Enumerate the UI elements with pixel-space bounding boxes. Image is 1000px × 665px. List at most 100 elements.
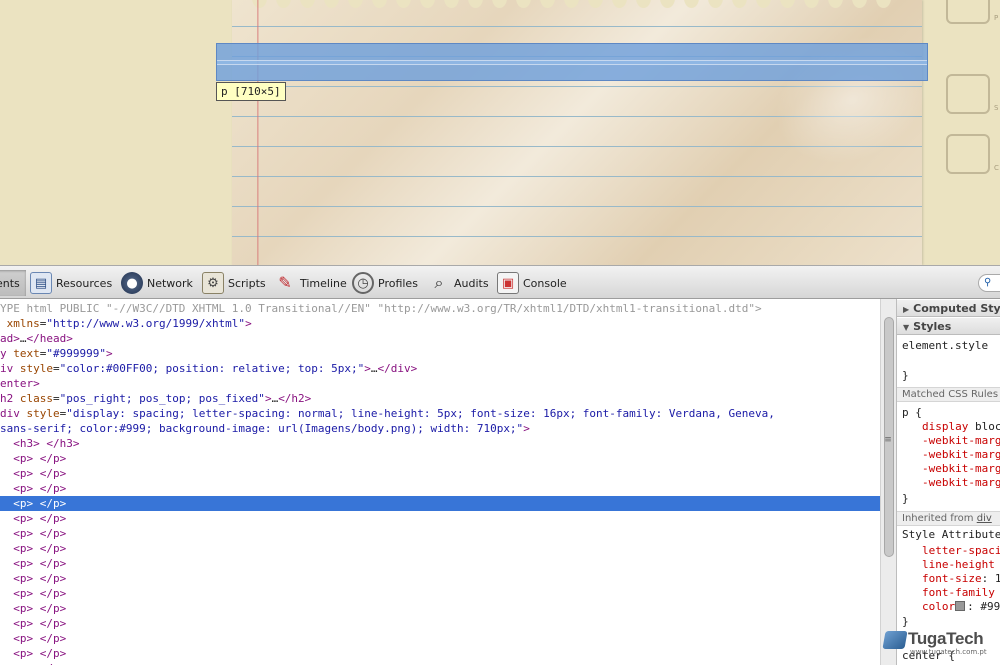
rule-close: }	[902, 492, 909, 505]
dom-token: <p>	[13, 602, 34, 615]
elements-dom-tree[interactable]: YPE html PUBLIC "-//W3C//DTD XHTML 1.0 T…	[0, 299, 880, 665]
dom-tree-scrollbar[interactable]	[880, 299, 896, 665]
rule-prop[interactable]: -webkit-margin-end	[922, 476, 1000, 490]
scripts-icon: ⚙	[202, 272, 224, 294]
dom-token: …	[370, 362, 378, 375]
binder-hole	[852, 0, 867, 8]
binder-hole	[636, 0, 651, 8]
dom-node[interactable]: y text="#999999">	[0, 346, 880, 361]
inspector-toolbar: ents ▤ Resources ● Network ⚙ Scripts ✎ T…	[0, 265, 1000, 299]
styles-section[interactable]: ▼ Styles	[897, 317, 1000, 335]
dom-node[interactable]: <p> </p>	[0, 646, 880, 661]
element-style-close: }	[902, 369, 909, 382]
dom-token: <h3>	[13, 437, 40, 450]
dom-token: style	[26, 407, 60, 420]
dom-node[interactable]: xmlns="http://www.w3.org/1999/xhtml">	[0, 316, 880, 331]
binder-hole	[420, 0, 435, 8]
dom-token: ad>	[0, 332, 20, 345]
inherited-element-link[interactable]: div	[977, 513, 992, 524]
dom-node[interactable]: <p> </p>	[0, 571, 880, 586]
dom-node[interactable]: <p> </p>	[0, 661, 880, 665]
dom-token: >	[245, 317, 252, 330]
binder-hole	[444, 0, 459, 8]
tab-timeline[interactable]: ✎ Timeline	[274, 270, 346, 296]
attr-prop[interactable]: font-family	[922, 586, 995, 600]
dom-node[interactable]: <p> </p>	[0, 631, 880, 646]
dom-token: </p>	[39, 452, 67, 465]
tab-audits[interactable]: ⌕ Audits	[428, 270, 489, 296]
dom-token: text	[13, 347, 40, 360]
dom-token: div	[0, 407, 27, 420]
dom-node[interactable]: <p> </p>	[0, 451, 880, 466]
dom-node-selected[interactable]: <p> </p>	[0, 496, 880, 511]
dom-token: <p>	[13, 467, 34, 480]
center-rule-selector[interactable]: center {	[902, 649, 955, 663]
dom-node[interactable]: <p> </p>	[0, 556, 880, 571]
dom-node[interactable]: YPE html PUBLIC "-//W3C//DTD XHTML 1.0 T…	[0, 301, 880, 316]
tab-scripts[interactable]: ⚙ Scripts	[202, 270, 266, 296]
tab-elements[interactable]: ents	[0, 270, 26, 296]
rule-prop[interactable]: -webkit-margin-after	[922, 448, 1000, 462]
side-icon-label: S	[994, 104, 999, 112]
binder-hole	[732, 0, 747, 8]
tab-audits-label: Audits	[454, 276, 489, 290]
dom-node[interactable]: <p> </p>	[0, 526, 880, 541]
side-icon-column: P S C	[942, 0, 1000, 265]
dom-node[interactable]: <p> </p>	[0, 616, 880, 631]
dom-node[interactable]: iv style="color:#00FF00; position: relat…	[0, 361, 880, 376]
rule-prop-display[interactable]: display block;	[922, 420, 1000, 434]
styles-title: Styles	[913, 320, 952, 333]
color-swatch[interactable]	[955, 601, 966, 611]
dom-node[interactable]: h2 class="pos_right; pos_top; pos_fixed"…	[0, 391, 880, 406]
dom-node[interactable]: sans-serif; color:#999; background-image…	[0, 421, 880, 436]
tab-network[interactable]: ● Network	[121, 270, 193, 296]
dom-node[interactable]: <p> </p>	[0, 586, 880, 601]
element-style-selector[interactable]: element.style	[902, 339, 988, 353]
dom-node[interactable]: <p> </p>	[0, 541, 880, 556]
binder-hole	[564, 0, 579, 8]
tab-console[interactable]: ▣ Console	[497, 270, 567, 296]
search-input[interactable]: ⚲	[978, 274, 1000, 292]
dom-token: </p>	[39, 467, 67, 480]
dom-node[interactable]: ad>…</head>	[0, 331, 880, 346]
gear-people-icon[interactable]: S	[946, 74, 999, 118]
dom-token: "#999999"	[46, 347, 106, 360]
attr-prop[interactable]: line-height	[922, 558, 995, 572]
dom-node[interactable]: <p> </p>	[0, 481, 880, 496]
binder-hole	[780, 0, 795, 8]
folder-icon[interactable]: P	[946, 0, 999, 28]
rule-selector[interactable]: p {	[902, 406, 922, 420]
dom-token: =	[53, 392, 60, 405]
dom-token: </p>	[39, 587, 67, 600]
tab-profiles-label: Profiles	[378, 276, 418, 290]
css-prop-name: -webkit-margin-start	[922, 462, 1000, 475]
tab-network-label: Network	[147, 276, 193, 290]
attr-prop[interactable]: letter-spacing	[922, 544, 1000, 558]
tab-resources[interactable]: ▤ Resources	[30, 270, 112, 296]
resources-icon: ▤	[30, 272, 52, 294]
envelope-icon[interactable]: C	[946, 134, 999, 178]
attr-prop-color[interactable]: color: #999;	[922, 600, 1000, 614]
css-prop-name: font-size	[922, 572, 982, 585]
rule-prop[interactable]: -webkit-margin-start	[922, 462, 1000, 476]
sidebar-resize-handle[interactable]: ≡	[881, 435, 895, 445]
dom-node[interactable]: <h3> </h3>	[0, 436, 880, 451]
binder-hole	[348, 0, 363, 8]
rule-prop[interactable]: -webkit-margin-before	[922, 434, 1000, 448]
dom-node[interactable]: enter>	[0, 376, 880, 391]
dom-node[interactable]: <p> </p>	[0, 466, 880, 481]
dom-node[interactable]: div style="display: spacing; letter-spac…	[0, 406, 880, 421]
attr-prop[interactable]: font-size: 16px;	[922, 572, 1000, 586]
search-icon: ⚲	[984, 277, 992, 288]
tab-profiles[interactable]: ◷ Profiles	[352, 270, 418, 296]
dom-token: class	[19, 392, 53, 405]
inherited-prefix: Inherited from	[902, 513, 977, 524]
computed-style-section[interactable]: ▶Computed Style	[897, 299, 1000, 317]
dom-token: y	[0, 347, 14, 360]
dom-node[interactable]: <p> </p>	[0, 601, 880, 616]
dom-token: >	[264, 392, 272, 405]
dom-token: "http://www.w3.org/1999/xhtml"	[46, 317, 246, 330]
side-icon-label: P	[994, 14, 999, 22]
side-icon-label: C	[994, 164, 999, 172]
dom-node[interactable]: <p> </p>	[0, 511, 880, 526]
